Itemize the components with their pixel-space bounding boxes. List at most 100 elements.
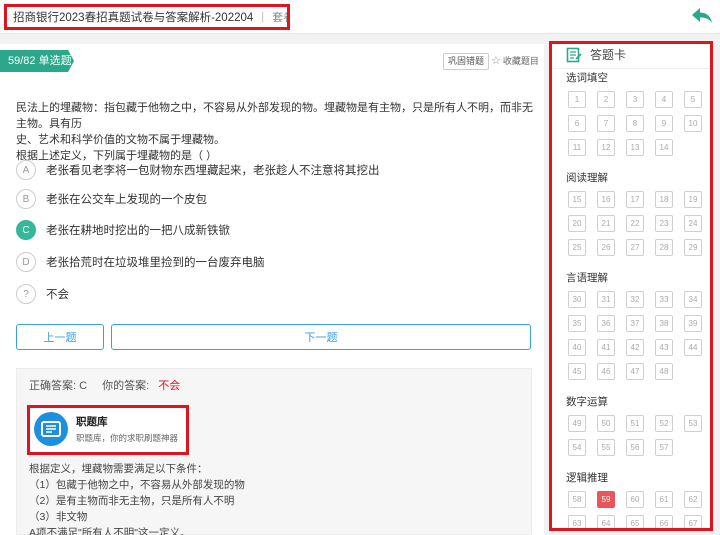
correct-answer: 正确答案: C [29, 380, 88, 392]
stem-line: 民法上的埋藏物：指包藏于他物之中，不容易从外部发现的物。埋藏物是有主物，只是所有… [16, 102, 533, 130]
favorite-button[interactable]: ☆ 收藏题目 [491, 54, 539, 67]
question-number-cell[interactable]: 57 [655, 439, 673, 456]
question-number-cell[interactable]: 39 [684, 315, 702, 332]
question-number-cell[interactable]: 28 [655, 239, 673, 256]
question-number-cell[interactable]: 61 [655, 491, 673, 508]
option-letter: D [16, 252, 36, 272]
question-number-cell[interactable]: 62 [684, 491, 702, 508]
question-number-cell[interactable]: 64 [597, 515, 615, 528]
explanation-line: （1）包藏于他物之中，不容易从外部发现的物 [29, 479, 245, 491]
question-number-cell[interactable]: 8 [626, 115, 644, 132]
question-number-cell[interactable]: 43 [655, 339, 673, 356]
question-number-cell[interactable]: 50 [597, 415, 615, 432]
question-number-cell[interactable]: 23 [655, 215, 673, 232]
question-number-cell[interactable]: 13 [626, 139, 644, 156]
brand-card[interactable]: 职题库 职题库，你的求职刷题神器 [27, 405, 189, 455]
question-number-cell[interactable]: 63 [568, 515, 586, 528]
option-d[interactable]: D 老张拾荒时在垃圾堆里捡到的一台废弃电脑 [16, 252, 265, 272]
question-number-cell[interactable]: 48 [655, 363, 673, 380]
answer-sheet-icon [566, 47, 582, 62]
exam-title-box: 招商银行2023春招真题试卷与答案解析-202204 | 套卷练习 [4, 4, 290, 30]
question-number-cell[interactable]: 14 [655, 139, 673, 156]
question-number-cell[interactable]: 44 [684, 339, 702, 356]
question-number-cell[interactable]: 17 [626, 191, 644, 208]
question-number-cell[interactable]: 6 [568, 115, 586, 132]
question-number-cell[interactable]: 67 [684, 515, 702, 528]
question-number-cell[interactable]: 2 [597, 91, 615, 108]
explanation-line: （3）非文物 [29, 511, 88, 523]
question-number-cell[interactable]: 51 [626, 415, 644, 432]
question-number-cell[interactable]: 49 [568, 415, 586, 432]
question-number-cell[interactable]: 33 [655, 291, 673, 308]
question-number-cell[interactable]: 27 [626, 239, 644, 256]
question-number-cell[interactable]: 54 [568, 439, 586, 456]
question-number-cell[interactable]: 19 [684, 191, 702, 208]
question-number-cell[interactable]: 4 [655, 91, 673, 108]
question-number-cell[interactable]: 59 [597, 491, 615, 508]
answer-card-header: 答题卡 [552, 46, 710, 69]
section-title: 逻辑推理 [566, 472, 608, 484]
option-b[interactable]: B 老张在公交车上发现的一个皮包 [16, 189, 207, 209]
question-number-cell[interactable]: 1 [568, 91, 586, 108]
question-number-cell[interactable]: 10 [684, 115, 702, 132]
question-number-cell[interactable]: 40 [568, 339, 586, 356]
question-number-cell[interactable]: 60 [626, 491, 644, 508]
option-text: 老张看见老李将一包财物东西埋藏起来，老张趁人不注意将其挖出 [46, 165, 380, 177]
question-number-cell[interactable]: 35 [568, 315, 586, 332]
question-number-cell[interactable]: 32 [626, 291, 644, 308]
option-c[interactable]: C 老张在耕地时挖出的一把八成新铁锨 [16, 220, 230, 240]
question-number-cell[interactable]: 15 [568, 191, 586, 208]
question-number-cell[interactable]: 46 [597, 363, 615, 380]
consolidate-wrong-button[interactable]: 巩固错题 [443, 53, 490, 70]
question-number-cell[interactable]: 5 [684, 91, 702, 108]
question-number-cell[interactable]: 34 [684, 291, 702, 308]
question-number-cell[interactable]: 52 [655, 415, 673, 432]
question-panel: 59/82 单选题 巩固错题 ☆ 收藏题目 民法上的埋藏物：指包藏于他物之中，不… [0, 44, 544, 535]
option-a[interactable]: A 老张看见老李将一包财物东西埋藏起来，老张趁人不注意将其挖出 [16, 160, 380, 180]
next-question-button[interactable]: 下一题 [111, 324, 531, 350]
question-number-cell[interactable]: 65 [626, 515, 644, 528]
option-text: 老张在公交车上发现的一个皮包 [46, 194, 207, 206]
question-number-cell[interactable]: 45 [568, 363, 586, 380]
question-number-cell[interactable]: 55 [597, 439, 615, 456]
question-number-cell[interactable]: 56 [626, 439, 644, 456]
back-arrow-icon[interactable] [690, 6, 714, 26]
question-number-cell[interactable]: 12 [597, 139, 615, 156]
question-number-cell[interactable]: 66 [655, 515, 673, 528]
question-progress-tag: 59/82 单选题 [0, 50, 74, 72]
question-number-cell[interactable]: 29 [684, 239, 702, 256]
question-number-cell[interactable]: 58 [568, 491, 586, 508]
question-number-grid: 1 2 3 4 5 6 7 8 9 10 11 12 13 14 [568, 91, 702, 156]
question-number-cell[interactable]: 38 [655, 315, 673, 332]
question-number-cell[interactable]: 7 [597, 115, 615, 132]
exam-title: 招商银行2023春招真题试卷与答案解析-202204 [13, 12, 254, 24]
question-number-cell[interactable]: 30 [568, 291, 586, 308]
question-number-cell[interactable]: 41 [597, 339, 615, 356]
question-number-cell[interactable]: 47 [626, 363, 644, 380]
question-number-cell[interactable]: 18 [655, 191, 673, 208]
question-number-cell[interactable]: 31 [597, 291, 615, 308]
question-number-grid: 30 31 32 33 34 35 36 37 38 39 40 41 42 43 44 45 46 47 48 [568, 291, 702, 380]
question-number-cell[interactable]: 11 [568, 139, 586, 156]
option-letter: B [16, 189, 36, 209]
option-letter: A [16, 160, 36, 180]
question-number-cell[interactable]: 25 [568, 239, 586, 256]
section-title: 选词填空 [566, 72, 608, 84]
question-number-cell[interactable]: 9 [655, 115, 673, 132]
question-number-cell[interactable]: 3 [626, 91, 644, 108]
brand-name: 职题库 [76, 416, 108, 428]
prev-question-button[interactable]: 上一题 [16, 324, 104, 350]
question-number-cell[interactable]: 26 [597, 239, 615, 256]
question-number-cell[interactable]: 24 [684, 215, 702, 232]
question-number-cell[interactable]: 53 [684, 415, 702, 432]
question-number-cell[interactable]: 37 [626, 315, 644, 332]
question-number-cell[interactable]: 42 [626, 339, 644, 356]
question-number-cell[interactable]: 21 [597, 215, 615, 232]
question-number-cell[interactable]: 22 [626, 215, 644, 232]
option-dont-know[interactable]: ? 不会 [16, 284, 69, 304]
question-number-cell[interactable]: 20 [568, 215, 586, 232]
analysis-panel: 正确答案: C 你的答案: 不会 职题库 职题库，你的求职刷题神器 根据定义，埋… [16, 368, 532, 535]
answer-line: 正确答案: C 你的答案: 不会 [29, 377, 180, 393]
question-number-cell[interactable]: 16 [597, 191, 615, 208]
question-number-cell[interactable]: 36 [597, 315, 615, 332]
